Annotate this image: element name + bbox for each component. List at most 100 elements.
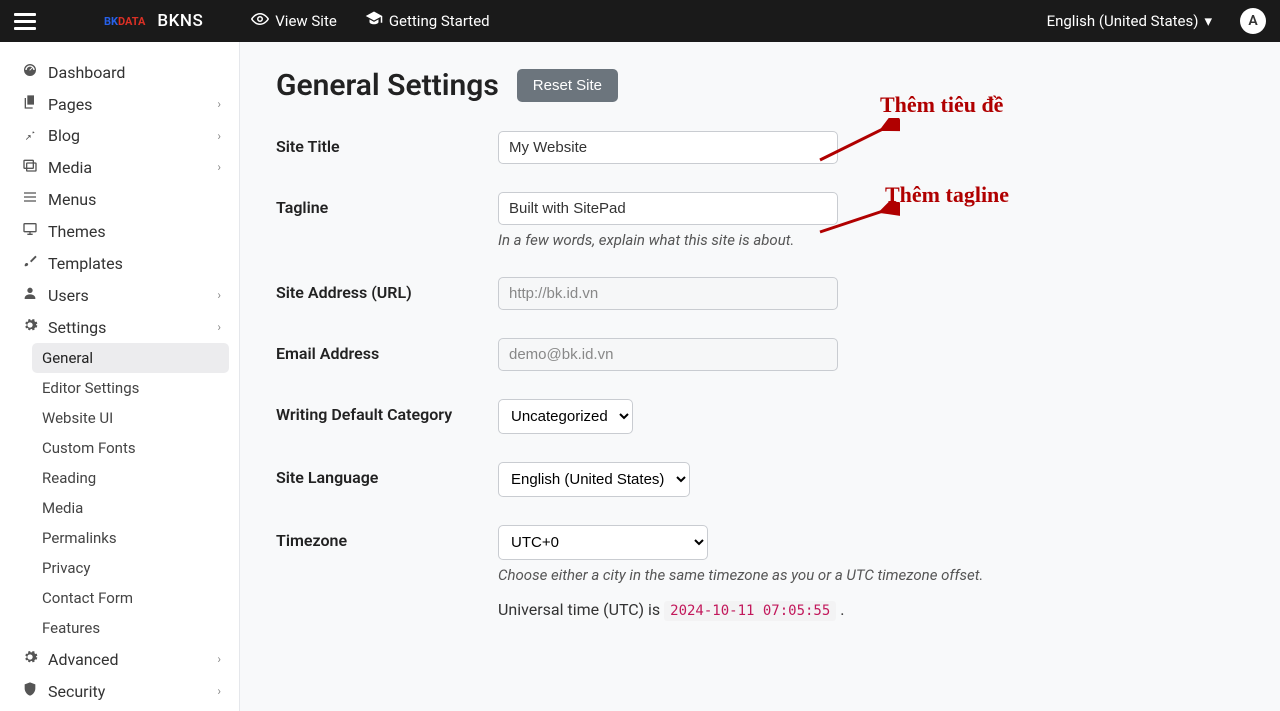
chevron-right-icon: › xyxy=(217,684,221,698)
sidebar-item-pages[interactable]: Pages › xyxy=(10,88,229,120)
sidebar-item-label: Pages xyxy=(48,95,217,114)
user-icon xyxy=(18,285,42,305)
gear-icon xyxy=(18,649,42,669)
chevron-right-icon: › xyxy=(217,652,221,666)
sidebar-item-label: Settings xyxy=(48,318,217,337)
sidebar-item-advanced[interactable]: Advanced › xyxy=(10,643,229,675)
sub-item-media[interactable]: Media xyxy=(32,493,229,523)
tagline-input[interactable] xyxy=(498,192,838,225)
email-input xyxy=(498,338,838,371)
sidebar-item-blog[interactable]: Blog › xyxy=(10,120,229,151)
sidebar-item-label: Advanced xyxy=(48,650,217,669)
chevron-right-icon: › xyxy=(217,160,221,174)
site-language-label: Site Language xyxy=(276,462,498,487)
chevron-right-icon: › xyxy=(217,320,221,334)
sub-item-website-ui[interactable]: Website UI xyxy=(32,403,229,433)
sidebar-item-label: Blog xyxy=(48,126,217,145)
copy-icon xyxy=(18,94,42,114)
writing-category-select[interactable]: Uncategorized xyxy=(498,399,633,434)
graduation-cap-icon xyxy=(365,10,383,32)
sub-item-features[interactable]: Features xyxy=(32,613,229,643)
timezone-label: Timezone xyxy=(276,525,498,550)
sidebar-item-themes[interactable]: Themes xyxy=(10,215,229,247)
pin-icon xyxy=(18,126,42,145)
writing-category-label: Writing Default Category xyxy=(276,399,498,424)
site-language-select[interactable]: English (United States) xyxy=(498,462,690,497)
view-site-label: View Site xyxy=(275,12,337,30)
sidebar-item-dashboard[interactable]: Dashboard xyxy=(10,56,229,88)
monitor-icon xyxy=(18,221,42,241)
timezone-help: Choose either a city in the same timezon… xyxy=(498,566,1058,584)
sidebar-item-label: Media xyxy=(48,158,217,177)
language-label: English (United States) xyxy=(1047,12,1199,30)
utc-suffix: . xyxy=(840,600,844,619)
sidebar-item-label: Dashboard xyxy=(48,63,221,82)
timezone-select[interactable]: UTC+0 xyxy=(498,525,708,560)
sidebar-item-users[interactable]: Users › xyxy=(10,279,229,311)
page-title: General Settings xyxy=(276,68,499,103)
images-icon xyxy=(18,157,42,177)
sidebar-item-media[interactable]: Media › xyxy=(10,151,229,183)
site-url-label: Site Address (URL) xyxy=(276,277,498,302)
gear-icon xyxy=(18,317,42,337)
sub-item-label: Reading xyxy=(42,469,96,487)
sidebar-item-settings[interactable]: Settings › xyxy=(10,311,229,343)
list-icon xyxy=(18,189,42,209)
tagline-help: In a few words, explain what this site i… xyxy=(498,231,1058,249)
sidebar-item-label: Menus xyxy=(48,190,221,209)
sidebar-item-security[interactable]: Security › xyxy=(10,675,229,707)
site-title-input[interactable] xyxy=(498,131,838,164)
utc-prefix: Universal time (UTC) is xyxy=(498,600,664,619)
sidebar: Dashboard Pages › Blog › Media › xyxy=(0,42,240,711)
sidebar-item-label: Users xyxy=(48,286,217,305)
reset-site-button[interactable]: Reset Site xyxy=(517,69,618,102)
site-title-label: Site Title xyxy=(276,131,498,156)
sub-item-label: Features xyxy=(42,619,100,637)
main-content: General Settings Reset Site Site Title T… xyxy=(240,42,1280,711)
view-site-link[interactable]: View Site xyxy=(251,10,337,32)
sidebar-item-templates[interactable]: Templates xyxy=(10,247,229,279)
tagline-label: Tagline xyxy=(276,192,498,217)
brand-name: BKNS xyxy=(157,11,203,31)
utc-info: Universal time (UTC) is 2024-10-11 07:05… xyxy=(498,600,1058,619)
language-dropdown[interactable]: English (United States) ▾ xyxy=(1047,12,1212,30)
sub-item-editor-settings[interactable]: Editor Settings xyxy=(32,373,229,403)
sidebar-item-menus[interactable]: Menus xyxy=(10,183,229,215)
sub-item-label: General xyxy=(42,349,93,367)
chevron-right-icon: › xyxy=(217,129,221,143)
sidebar-item-label: Templates xyxy=(48,254,221,273)
topbar: BKBKDATADATA BKNS View Site Getting Star… xyxy=(0,0,1280,42)
sub-item-privacy[interactable]: Privacy xyxy=(32,553,229,583)
getting-started-link[interactable]: Getting Started xyxy=(365,10,490,32)
sub-item-custom-fonts[interactable]: Custom Fonts xyxy=(32,433,229,463)
email-label: Email Address xyxy=(276,338,498,363)
settings-submenu: General Editor Settings Website UI Custo… xyxy=(32,343,229,643)
sub-item-general[interactable]: General xyxy=(32,343,229,373)
getting-started-label: Getting Started xyxy=(389,12,490,30)
menu-toggle-icon[interactable] xyxy=(14,9,36,34)
sub-item-label: Media xyxy=(42,499,83,517)
sub-item-label: Website UI xyxy=(42,409,113,427)
utc-time: 2024-10-11 07:05:55 xyxy=(664,601,836,621)
shield-icon xyxy=(18,681,42,701)
eye-icon xyxy=(251,10,269,32)
sub-item-label: Contact Form xyxy=(42,589,133,607)
sub-item-label: Custom Fonts xyxy=(42,439,136,457)
chevron-right-icon: › xyxy=(217,288,221,302)
sub-item-label: Editor Settings xyxy=(42,379,139,397)
site-url-input xyxy=(498,277,838,310)
sub-item-reading[interactable]: Reading xyxy=(32,463,229,493)
avatar-initial: A xyxy=(1248,13,1257,29)
brand[interactable]: BKBKDATADATA BKNS xyxy=(104,11,203,31)
sub-item-label: Privacy xyxy=(42,559,90,577)
caret-down-icon: ▾ xyxy=(1204,12,1212,30)
sub-item-label: Permalinks xyxy=(42,529,117,547)
brush-icon xyxy=(18,253,42,273)
sub-item-permalinks[interactable]: Permalinks xyxy=(32,523,229,553)
chevron-right-icon: › xyxy=(217,97,221,111)
sidebar-item-label: Themes xyxy=(48,222,221,241)
sub-item-contact-form[interactable]: Contact Form xyxy=(32,583,229,613)
avatar[interactable]: A xyxy=(1240,8,1266,34)
brand-logo-icon: BKBKDATADATA xyxy=(104,15,145,28)
gauge-icon xyxy=(18,62,42,82)
